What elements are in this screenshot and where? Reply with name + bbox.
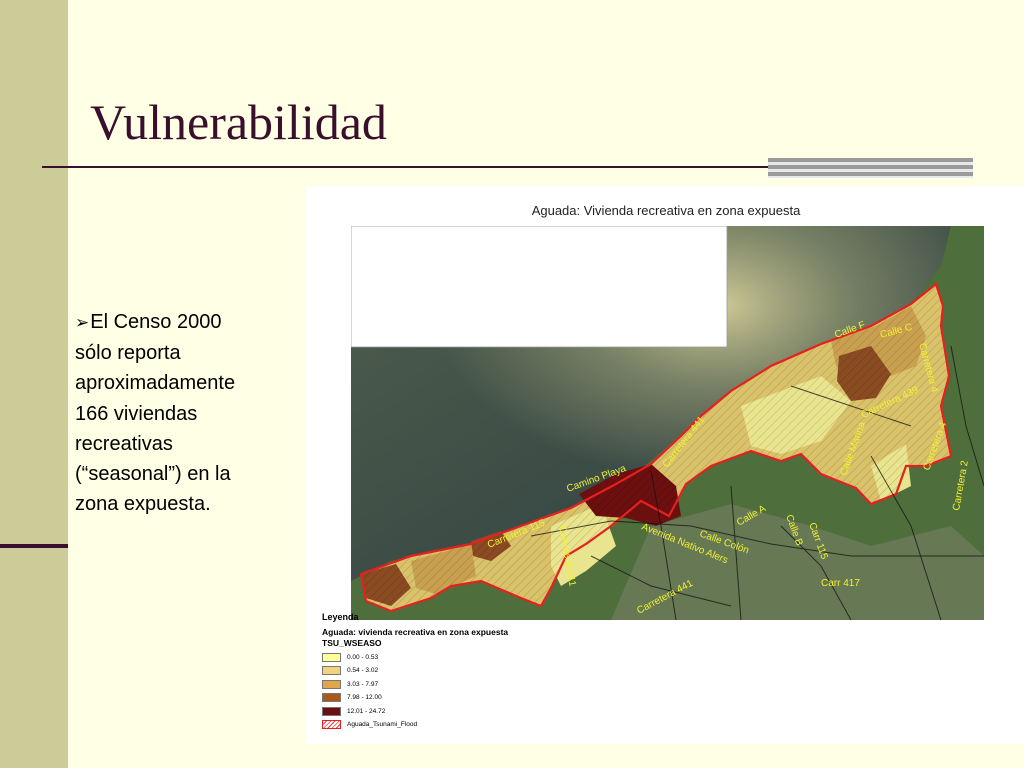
legend-label: 3.03 - 7.97 <box>347 680 379 688</box>
legend-flood-swatch <box>322 719 341 729</box>
aerial-map: Calle F Calle C Carretera 4 Carretera 43… <box>351 226 984 620</box>
map-legend: Leyenda Aguada: vivienda recreativa en z… <box>320 612 620 732</box>
slide-title: Vulnerabilidad <box>90 94 387 150</box>
map-title: Aguada: Vivienda recreativa en zona expu… <box>531 203 801 218</box>
bullet-line: sólo reporta <box>75 342 181 365</box>
legend-field: TSU_WSEASO <box>322 638 382 648</box>
legend-label: 7.98 - 12.00 <box>347 694 382 702</box>
title-decoration-bars <box>768 158 973 178</box>
legend-label: 12.01 - 24.72 <box>347 707 386 715</box>
legend-swatch <box>322 706 341 716</box>
legend-item: Aguada_Tsunami_Flood <box>320 719 620 732</box>
street-label: Carr 417 <box>821 578 860 589</box>
bullet-line: 166 viviendas <box>75 402 198 425</box>
map-inset-blank <box>351 226 728 348</box>
bullet-point: ➢El Censo 2000 sólo reporta aproximadame… <box>75 307 300 519</box>
bullet-line: El Censo 2000 <box>90 311 222 333</box>
sidebar-accent-bar <box>0 544 68 548</box>
slide-sidebar <box>0 0 68 768</box>
legend-item: 7.98 - 12.00 <box>320 692 620 705</box>
legend-label: Aguada_Tsunami_Flood <box>347 720 418 728</box>
bullet-line: (“seasonal”) en la <box>75 463 231 486</box>
legend-swatch <box>322 653 341 662</box>
legend-subtitle: Aguada: vivienda recreativa en zona expu… <box>322 627 509 637</box>
legend-label: 0.54 - 3.02 <box>347 667 379 675</box>
bullet-line: zona expuesta. <box>75 493 211 516</box>
legend-swatch <box>322 679 341 689</box>
legend-label: 0.00 - 0.53 <box>347 654 379 661</box>
legend-swatch <box>322 693 341 703</box>
legend-title: Leyenda <box>322 612 359 622</box>
legend-swatch <box>322 666 341 676</box>
bullet-line: aproximadamente <box>75 372 236 395</box>
legend-item: 0.00 - 0.53 <box>320 652 620 665</box>
arrow-bullet-icon: ➢ <box>75 313 90 332</box>
legend-item: 3.03 - 7.97 <box>320 679 620 692</box>
legend-item: 12.01 - 24.72 <box>320 706 620 719</box>
bullet-line: recreativas <box>75 432 173 455</box>
legend-item: 0.54 - 3.02 <box>320 665 620 678</box>
